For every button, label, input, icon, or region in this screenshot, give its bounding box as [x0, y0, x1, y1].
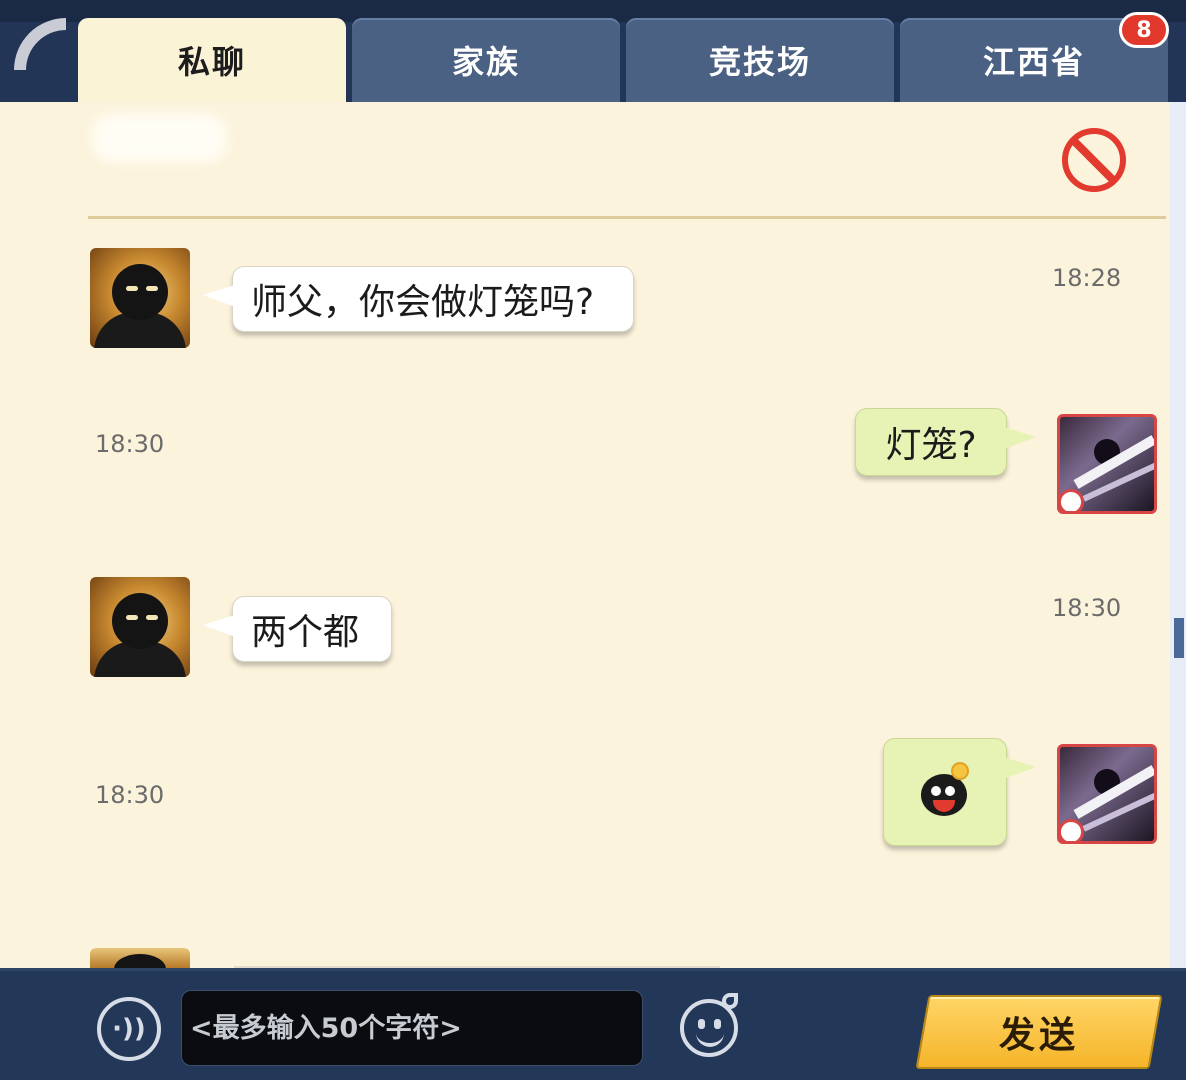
- unread-badge: 8: [1119, 12, 1169, 48]
- friend-avatar[interactable]: [90, 248, 190, 348]
- lightbulb-face-sticker: [915, 762, 975, 822]
- self-avatar[interactable]: [1057, 414, 1157, 514]
- message-time: 18:30: [95, 781, 165, 809]
- tab-family[interactable]: 家族: [352, 18, 620, 102]
- friend-avatar[interactable]: [90, 577, 190, 677]
- message-time: 18:28: [1052, 264, 1122, 292]
- input-bar: ·)) 发送: [0, 968, 1186, 1080]
- tab-bar: 私聊 家族 竞技场 江西省 8: [0, 0, 1186, 102]
- send-button-label: 发送: [998, 1015, 1079, 1056]
- contact-name-obscured: [92, 114, 227, 162]
- message-bubble: 师父，你会做灯笼吗?: [203, 266, 634, 332]
- header-divider: [88, 216, 1166, 219]
- sticker-bubble: [883, 738, 1036, 846]
- friend-avatar-partial: [90, 948, 190, 968]
- message-input[interactable]: [181, 990, 643, 1066]
- self-avatar[interactable]: [1057, 744, 1157, 844]
- tab-arena[interactable]: 竞技场: [626, 18, 894, 102]
- message-bubble: 灯笼?: [855, 408, 1036, 476]
- arc-back-icon[interactable]: [14, 18, 66, 70]
- chat-panel[interactable]: 师父，你会做灯笼吗? 18:28 18:30 灯笼? 两个都 18:30 18:…: [0, 102, 1170, 968]
- emoji-icon[interactable]: [680, 993, 738, 1057]
- voice-icon[interactable]: ·)): [97, 997, 161, 1061]
- scroll-edge: [1170, 102, 1186, 968]
- message-time: 18:30: [95, 430, 165, 458]
- message-bubble: 两个都: [203, 596, 392, 662]
- tab-private-chat[interactable]: 私聊: [78, 18, 346, 102]
- chat-header: [0, 102, 1170, 218]
- send-button[interactable]: 发送: [915, 995, 1163, 1069]
- message-time: 18:30: [1052, 594, 1122, 622]
- block-icon[interactable]: [1062, 128, 1126, 192]
